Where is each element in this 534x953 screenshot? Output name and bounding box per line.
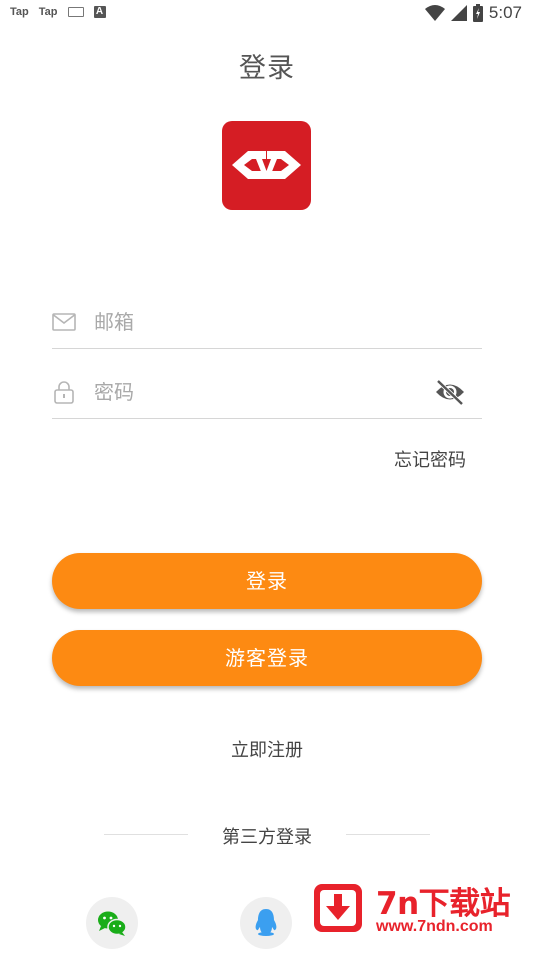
login-button[interactable]: 登录 xyxy=(52,553,482,609)
tap-notification-icon: Tap xyxy=(10,6,29,18)
battery-icon xyxy=(472,4,483,22)
download-icon xyxy=(314,884,362,932)
guest-login-button[interactable]: 游客登录 xyxy=(52,630,482,686)
app-logo-icon xyxy=(222,121,311,210)
password-input[interactable] xyxy=(94,377,424,407)
watermark-title: 7n下载站 xyxy=(376,886,511,922)
page-title: 登录 xyxy=(239,53,295,84)
tap-notification-icon: Tap xyxy=(38,6,58,18)
wechat-login-button[interactable] xyxy=(86,897,138,949)
lock-icon xyxy=(54,381,74,404)
keyboard-icon xyxy=(67,7,84,17)
status-bar: Tap Tap A 5:07 xyxy=(0,0,534,26)
watermark: 7n下载站 www.7ndn.com xyxy=(296,858,534,950)
qq-icon xyxy=(255,909,277,936)
a-badge-icon: A xyxy=(93,6,106,18)
register-link[interactable]: 立即注册 xyxy=(0,736,534,762)
email-field xyxy=(52,298,482,349)
status-time: 5:07 xyxy=(488,3,522,22)
third-party-login-label: 第三方登录 xyxy=(222,827,312,848)
password-field xyxy=(52,368,482,419)
forgot-password-link[interactable]: 忘记密码 xyxy=(394,446,466,472)
wifi-icon xyxy=(424,5,445,21)
status-bar-right: 5:07 xyxy=(424,3,522,23)
email-input[interactable] xyxy=(94,307,424,337)
eye-off-icon[interactable] xyxy=(434,378,466,406)
watermark-url: www.7ndn.com xyxy=(376,918,493,935)
divider-right xyxy=(346,834,430,835)
wechat-icon xyxy=(98,911,127,936)
signal-icon xyxy=(450,5,467,21)
qq-login-button[interactable] xyxy=(240,897,292,949)
mail-icon xyxy=(52,313,76,331)
status-bar-left: Tap Tap A xyxy=(10,6,106,18)
